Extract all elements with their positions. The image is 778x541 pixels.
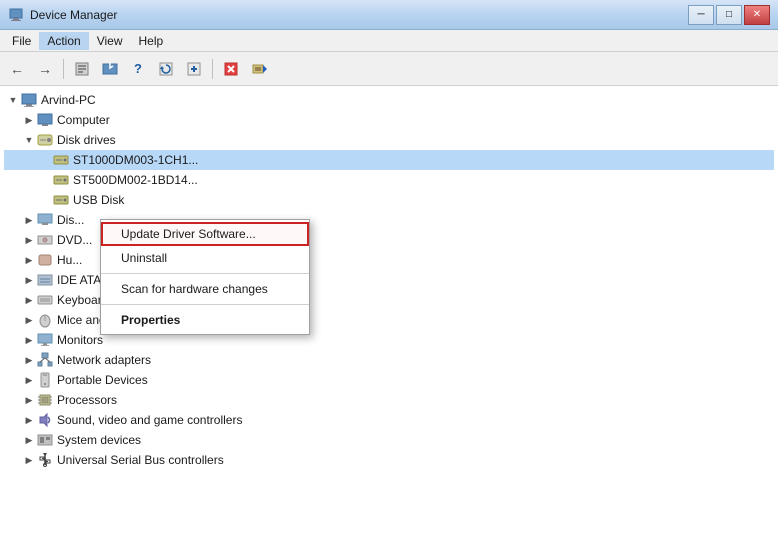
icon-monitors (37, 332, 53, 348)
tree-label-dvd: DVD... (57, 233, 92, 247)
window-title: Device Manager (30, 8, 688, 22)
icon-disk-drives (37, 132, 53, 148)
tree-item-disk-drives[interactable]: ▼ Disk drives (4, 130, 774, 150)
ctx-separator (101, 273, 309, 274)
ctx-scan[interactable]: Scan for hardware changes (101, 277, 309, 301)
tree-label-network: Network adapters (57, 353, 151, 367)
icon-disk2 (53, 172, 69, 188)
tree-label-usb: Universal Serial Bus controllers (57, 453, 224, 467)
tree-label-portable: Portable Devices (57, 373, 148, 387)
tree-item-disk1[interactable]: ST1000DM003-1CH1... (4, 150, 774, 170)
context-menu: Update Driver Software... Uninstall Scan… (100, 219, 310, 335)
ctx-properties[interactable]: Properties (101, 308, 309, 332)
tree-item-usb[interactable]: ▶ Universal Serial Bus controllers (4, 450, 774, 470)
expand-processors[interactable]: ▶ (22, 393, 36, 407)
expand-portable[interactable]: ▶ (22, 373, 36, 387)
expand-dvd[interactable]: ▶ (22, 233, 36, 247)
icon-usb (37, 452, 53, 468)
device-tree[interactable]: ▼ Arvind-PC ▶ Computer ▼ (0, 86, 778, 541)
help-button[interactable]: ? (125, 56, 151, 82)
icon-portable (37, 372, 53, 388)
tree-item-system[interactable]: ▶ System devices (4, 430, 774, 450)
menu-bar: File Action View Help (0, 30, 778, 52)
icon-mice (37, 312, 53, 328)
icon-disk3 (53, 192, 69, 208)
expand-system[interactable]: ▶ (22, 433, 36, 447)
app-icon (8, 7, 24, 23)
menu-help[interactable]: Help (131, 32, 172, 50)
scan-button[interactable] (153, 56, 179, 82)
toolbar: ← → ? (0, 52, 778, 86)
tree-label-processors: Processors (57, 393, 117, 407)
ctx-update-driver[interactable]: Update Driver Software... (101, 222, 309, 246)
menu-file[interactable]: File (4, 32, 39, 50)
icon-system (37, 432, 53, 448)
ctx-separator-2 (101, 304, 309, 305)
toolbar-sep-1 (63, 59, 64, 79)
icon-display (37, 212, 53, 228)
tree-label-monitors: Monitors (57, 333, 103, 347)
toolbar-sep-2 (212, 59, 213, 79)
tree-label-hid: Hu... (57, 253, 82, 267)
icon-keyboards (37, 292, 53, 308)
restore-button[interactable]: □ (716, 5, 742, 25)
menu-view[interactable]: View (89, 32, 131, 50)
icon-processors (37, 392, 53, 408)
expand-mice[interactable]: ▶ (22, 313, 36, 327)
expand-disk-drives[interactable]: ▼ (22, 133, 36, 147)
icon-network (37, 352, 53, 368)
tree-item-computer[interactable]: ▶ Computer (4, 110, 774, 130)
expand-network[interactable]: ▶ (22, 353, 36, 367)
tree-label-system: System devices (57, 433, 141, 447)
tree-label-disk3: USB Disk (73, 193, 124, 207)
expand-hid[interactable]: ▶ (22, 253, 36, 267)
tree-item-arvind[interactable]: ▼ Arvind-PC (4, 90, 774, 110)
menu-action[interactable]: Action (39, 32, 88, 50)
back-button[interactable]: ← (4, 56, 30, 82)
title-bar: Device Manager ─ □ ✕ (0, 0, 778, 30)
tree-item-disk3[interactable]: USB Disk (4, 190, 774, 210)
tree-item-disk2[interactable]: ST500DM002-1BD14... (4, 170, 774, 190)
icon-dvd (37, 232, 53, 248)
tree-label-computer: Computer (57, 113, 110, 127)
add-button[interactable] (181, 56, 207, 82)
tree-item-portable[interactable]: ▶ Portable Devices (4, 370, 774, 390)
tree-label-display: Dis... (57, 213, 84, 227)
update-driver-button[interactable] (97, 56, 123, 82)
icon-computer (21, 92, 37, 108)
expand-disk2 (38, 173, 52, 187)
tree-label-disk2: ST500DM002-1BD14... (73, 173, 198, 187)
icon-disk1 (53, 152, 69, 168)
minimize-button[interactable]: ─ (688, 5, 714, 25)
icon-computer-node (37, 112, 53, 128)
icon-hid (37, 252, 53, 268)
properties-button[interactable] (69, 56, 95, 82)
window-controls: ─ □ ✕ (688, 5, 770, 25)
expand-computer[interactable]: ▶ (22, 113, 36, 127)
tree-item-network[interactable]: ▶ Network adapters (4, 350, 774, 370)
close-button[interactable]: ✕ (744, 5, 770, 25)
remove-button[interactable] (218, 56, 244, 82)
expand-monitors[interactable]: ▶ (22, 333, 36, 347)
icon-ide (37, 272, 53, 288)
expand-ide[interactable]: ▶ (22, 273, 36, 287)
ctx-uninstall[interactable]: Uninstall (101, 246, 309, 270)
expand-display[interactable]: ▶ (22, 213, 36, 227)
tree-label-disk1: ST1000DM003-1CH1... (73, 153, 198, 167)
expand-usb[interactable]: ▶ (22, 453, 36, 467)
tree-item-sound[interactable]: ▶ Sound, video and game controllers (4, 410, 774, 430)
tree-item-processors[interactable]: ▶ Processors (4, 390, 774, 410)
tree-label-arvind: Arvind-PC (41, 93, 96, 107)
settings-button[interactable] (246, 56, 272, 82)
main-content: ▼ Arvind-PC ▶ Computer ▼ (0, 86, 778, 541)
expand-disk1 (38, 153, 52, 167)
tree-label-sound: Sound, video and game controllers (57, 413, 242, 427)
tree-label-disk-drives: Disk drives (57, 133, 116, 147)
expand-sound[interactable]: ▶ (22, 413, 36, 427)
expand-arvind[interactable]: ▼ (6, 93, 20, 107)
forward-button[interactable]: → (32, 56, 58, 82)
icon-sound (37, 412, 53, 428)
expand-keyboards[interactable]: ▶ (22, 293, 36, 307)
expand-disk3 (38, 193, 52, 207)
